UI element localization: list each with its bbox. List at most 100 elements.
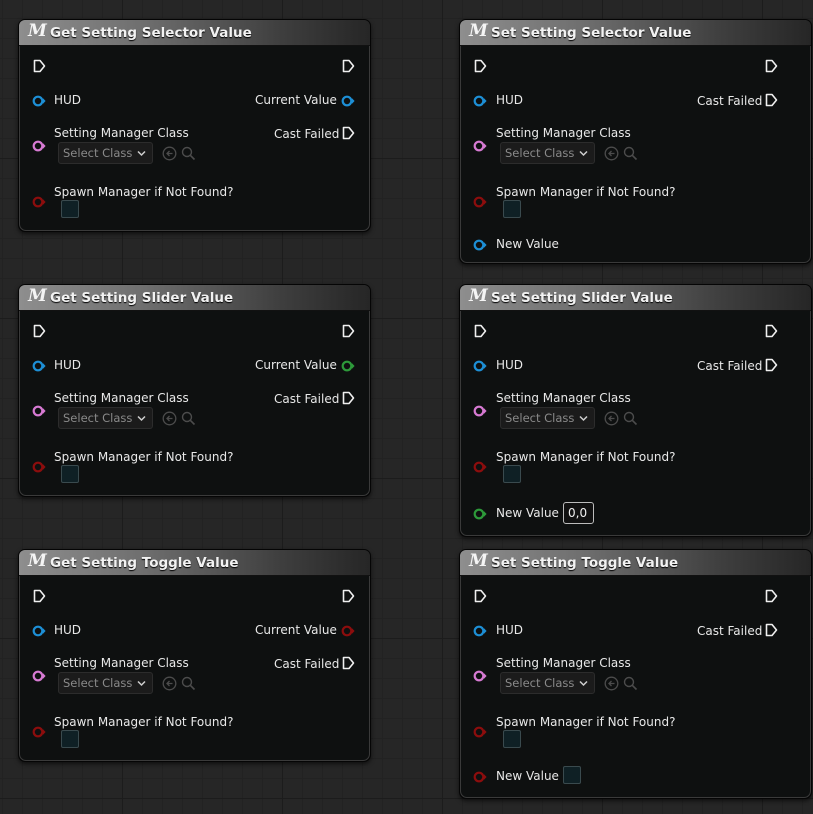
spawn-manager-checkbox[interactable] (61, 730, 79, 748)
cast-failed-label: Cast Failed (274, 657, 340, 671)
search-icon[interactable] (181, 146, 196, 161)
hud-pin-icon[interactable] (32, 625, 46, 637)
setting-manager-class-label: Setting Manager Class (496, 126, 631, 140)
node-header[interactable]: M Get Setting Toggle Value (19, 550, 370, 576)
exec-in-pin-icon[interactable] (474, 324, 487, 338)
select-class-dropdown[interactable]: Select Class (58, 672, 153, 694)
spawn-manager-pin-icon[interactable] (32, 461, 46, 473)
cast-failed-exec-pin-icon[interactable] (765, 358, 778, 372)
use-selected-asset-icon[interactable] (162, 146, 177, 161)
exec-out-pin-icon[interactable] (342, 59, 355, 73)
new-value-pin-icon[interactable] (473, 239, 487, 251)
setting-manager-class-pin-icon[interactable] (473, 670, 487, 682)
spawn-manager-checkbox[interactable] (503, 465, 521, 483)
node-set-setting-toggle-value[interactable]: M Set Setting Toggle Value HUD Cast Fail… (459, 549, 812, 799)
setting-manager-class-pin-icon[interactable] (473, 140, 487, 152)
node-get-setting-toggle-value[interactable]: M Get Setting Toggle Value HUD Current V… (18, 549, 371, 762)
spawn-manager-checkbox[interactable] (61, 465, 79, 483)
new-value-label: New Value (496, 506, 559, 520)
select-class-text: Select Class (505, 676, 575, 690)
hud-pin-icon[interactable] (473, 360, 487, 372)
spawn-manager-pin-icon[interactable] (473, 726, 487, 738)
select-class-text: Select Class (505, 146, 575, 160)
chevron-down-icon (579, 150, 588, 157)
spawn-manager-checkbox[interactable] (503, 200, 521, 218)
cast-failed-exec-pin-icon[interactable] (342, 391, 355, 405)
current-value-pin-icon[interactable] (341, 95, 355, 107)
hud-label: HUD (54, 623, 82, 637)
hud-pin-icon[interactable] (32, 360, 46, 372)
hud-label: HUD (54, 93, 82, 107)
node-header[interactable]: M Set Setting Toggle Value (460, 550, 811, 576)
cast-failed-exec-pin-icon[interactable] (342, 656, 355, 670)
select-class-dropdown[interactable]: Select Class (58, 142, 153, 164)
node-title: Get Setting Selector Value (50, 25, 252, 41)
macro-icon: M (469, 21, 488, 41)
setting-manager-class-pin-icon[interactable] (32, 405, 46, 417)
cast-failed-exec-pin-icon[interactable] (765, 623, 778, 637)
search-icon[interactable] (181, 676, 196, 691)
spawn-manager-label: Spawn Manager if Not Found? (54, 185, 234, 199)
node-set-setting-slider-value[interactable]: M Set Setting Slider Value HUD Cast Fail… (459, 284, 812, 537)
new-value-pin-icon[interactable] (473, 771, 487, 783)
use-selected-asset-icon[interactable] (604, 146, 619, 161)
spawn-manager-pin-icon[interactable] (473, 461, 487, 473)
chevron-down-icon (579, 680, 588, 687)
use-selected-asset-icon[interactable] (162, 411, 177, 426)
node-header[interactable]: M Set Setting Selector Value (460, 20, 811, 46)
exec-in-pin-icon[interactable] (33, 324, 46, 338)
use-selected-asset-icon[interactable] (604, 676, 619, 691)
search-icon[interactable] (623, 146, 638, 161)
select-class-dropdown[interactable]: Select Class (500, 672, 595, 694)
select-class-dropdown[interactable]: Select Class (500, 142, 595, 164)
setting-manager-class-pin-icon[interactable] (32, 140, 46, 152)
search-icon[interactable] (623, 676, 638, 691)
exec-out-pin-icon[interactable] (342, 589, 355, 603)
exec-in-pin-icon[interactable] (474, 59, 487, 73)
new-value-checkbox[interactable] (563, 766, 581, 784)
node-set-setting-selector-value[interactable]: M Set Setting Selector Value HUD Cast Fa… (459, 19, 812, 264)
spawn-manager-pin-icon[interactable] (32, 196, 46, 208)
use-selected-asset-icon[interactable] (162, 676, 177, 691)
spawn-manager-pin-icon[interactable] (473, 196, 487, 208)
select-class-text: Select Class (505, 411, 575, 425)
new-value-pin-icon[interactable] (473, 508, 487, 520)
spawn-manager-pin-icon[interactable] (32, 726, 46, 738)
search-icon[interactable] (181, 411, 196, 426)
cast-failed-exec-pin-icon[interactable] (342, 126, 355, 140)
cast-failed-exec-pin-icon[interactable] (765, 93, 778, 107)
node-get-setting-slider-value[interactable]: M Get Setting Slider Value HUD Current V… (18, 284, 371, 497)
current-value-pin-icon[interactable] (341, 360, 355, 372)
exec-out-pin-icon[interactable] (765, 59, 778, 73)
exec-out-pin-icon[interactable] (342, 324, 355, 338)
hud-pin-icon[interactable] (473, 625, 487, 637)
select-class-dropdown[interactable]: Select Class (500, 407, 595, 429)
setting-manager-class-label: Setting Manager Class (496, 391, 631, 405)
setting-manager-class-pin-icon[interactable] (32, 670, 46, 682)
exec-in-pin-icon[interactable] (33, 589, 46, 603)
search-icon[interactable] (623, 411, 638, 426)
exec-out-pin-icon[interactable] (765, 589, 778, 603)
spawn-manager-label: Spawn Manager if Not Found? (496, 450, 676, 464)
use-selected-asset-icon[interactable] (604, 411, 619, 426)
node-header[interactable]: M Set Setting Slider Value (460, 285, 811, 311)
select-class-dropdown[interactable]: Select Class (58, 407, 153, 429)
node-header[interactable]: M Get Setting Selector Value (19, 20, 370, 46)
node-title: Get Setting Toggle Value (50, 555, 239, 571)
exec-in-pin-icon[interactable] (474, 589, 487, 603)
node-header[interactable]: M Get Setting Slider Value (19, 285, 370, 311)
hud-pin-icon[interactable] (473, 95, 487, 107)
setting-manager-class-label: Setting Manager Class (496, 656, 631, 670)
exec-out-pin-icon[interactable] (765, 324, 778, 338)
setting-manager-class-pin-icon[interactable] (473, 405, 487, 417)
select-class-text: Select Class (63, 411, 133, 425)
exec-in-pin-icon[interactable] (33, 59, 46, 73)
node-get-setting-selector-value[interactable]: M Get Setting Selector Value HUD Current… (18, 19, 371, 232)
spawn-manager-checkbox[interactable] (61, 200, 79, 218)
hud-label: HUD (496, 93, 524, 107)
hud-pin-icon[interactable] (32, 95, 46, 107)
cast-failed-label: Cast Failed (697, 624, 763, 638)
spawn-manager-checkbox[interactable] (503, 730, 521, 748)
current-value-pin-icon[interactable] (341, 625, 355, 637)
new-value-input[interactable]: 0,0 (563, 502, 594, 524)
